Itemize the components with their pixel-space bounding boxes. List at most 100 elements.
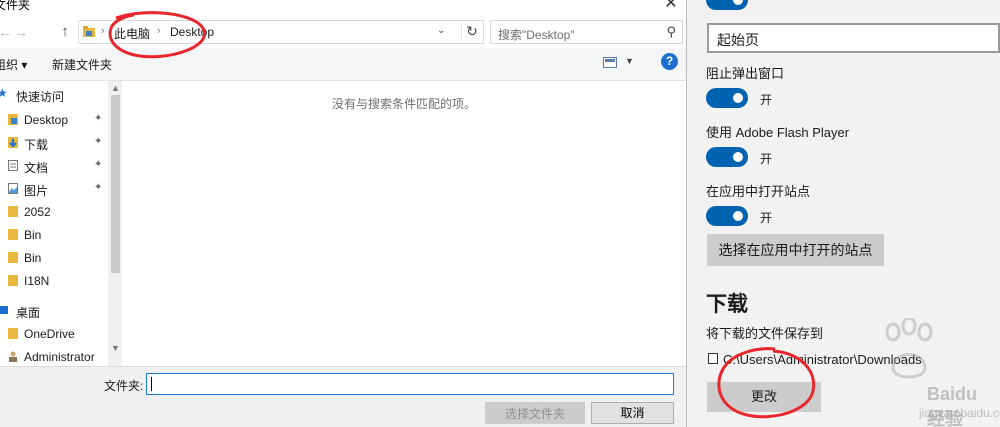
scroll-thumb[interactable] (111, 95, 120, 273)
nav-item-downloads[interactable]: 下载 ✦ (0, 132, 106, 154)
download-heading: 下载 (706, 293, 748, 316)
baidu-watermark: Baidu 经验 jingyan.baidu.com (819, 318, 1000, 427)
toggle-switch[interactable] (706, 0, 748, 10)
breadcrumb-this-pc[interactable]: 此电脑 (114, 25, 150, 42)
nav-item-label: 桌面 (16, 306, 41, 320)
folder-icon (83, 26, 95, 37)
forward-arrow-icon[interactable]: → (12, 22, 30, 42)
navigation-bar: ← → ↑ › 此电脑 › Desktop ⌄ ↻ 搜索"Desktop" ⚲ (0, 18, 686, 48)
cancel-button[interactable]: 取消 (591, 402, 674, 424)
close-button[interactable]: ✕ (660, 0, 682, 14)
watermark-brand: Baidu 经验 (927, 384, 978, 427)
open-in-app-toggle[interactable] (706, 206, 748, 226)
nav-item-pictures[interactable]: 图片 ✦ (0, 178, 106, 200)
toggle-knob (733, 211, 743, 221)
pin-icon[interactable]: ✦ (94, 113, 102, 124)
file-list-area[interactable]: 没有与搜索条件匹配的项。 (124, 81, 684, 367)
user-icon (9, 351, 17, 362)
folder-picker-dialog: 文件夹 ✕ ← → ↑ › 此电脑 › Desktop ⌄ ↻ 搜索"Deskt… (0, 0, 686, 427)
star-icon: ★ (0, 86, 8, 100)
block-popups-label: 阻止弹出窗口 (706, 66, 785, 81)
nav-item-label: I18N (24, 274, 50, 288)
nav-item-quick-access[interactable]: ★ 快速访问 (0, 84, 106, 106)
dialog-toolbar: 组织 ▾ 新建文件夹 ▼ ? (0, 48, 686, 81)
path-checkbox[interactable] (708, 353, 718, 364)
folder-icon (8, 114, 18, 125)
chevron-down-icon[interactable]: ⌄ (437, 25, 445, 36)
refresh-icon[interactable]: ↻ (461, 23, 482, 41)
document-icon (8, 160, 18, 171)
start-page-select[interactable]: 起始页 (707, 23, 1000, 53)
breadcrumb-separator[interactable]: › (157, 25, 161, 37)
nav-item-desktop-root[interactable]: 桌面 (0, 300, 106, 322)
nav-item-label: 图片 (24, 184, 49, 198)
address-bar[interactable]: › 此电脑 › Desktop ⌄ ↻ (78, 20, 484, 44)
toggle-knob (733, 93, 743, 103)
view-options-icon[interactable] (603, 57, 617, 68)
block-popups-state: 开 (760, 93, 773, 107)
dialog-titlebar: 文件夹 ✕ (0, 0, 686, 16)
folder-icon (8, 252, 18, 263)
nav-item-label: 文档 (24, 161, 49, 175)
up-arrow-icon[interactable]: ↑ (56, 22, 74, 42)
nav-item-label: Bin (24, 251, 42, 265)
chevron-down-icon[interactable]: ▼ (625, 56, 634, 66)
nav-item-label: Administrator (24, 350, 95, 364)
folder-icon (8, 328, 18, 339)
search-placeholder: 搜索"Desktop" (498, 28, 575, 42)
nav-item-label: 2052 (24, 205, 51, 219)
nav-item-bin[interactable]: Bin (0, 247, 106, 269)
dialog-bottom-panel: 文件夹: 选择文件夹 取消 (0, 366, 686, 427)
navigation-pane: ★ 快速访问 Desktop ✦ 下载 ✦ 文档 ✦ 图片 ✦ 2052 Bin… (0, 81, 122, 367)
download-icon (8, 137, 18, 148)
folder-input[interactable] (146, 373, 674, 395)
pin-icon[interactable]: ✦ (94, 182, 102, 193)
breadcrumb-separator: › (101, 25, 105, 37)
scroll-up-icon[interactable]: ▲ (111, 83, 120, 93)
nav-item-onedrive[interactable]: OneDrive (0, 323, 106, 345)
nav-item-desktop[interactable]: Desktop ✦ (0, 109, 106, 131)
desktop-icon (0, 306, 8, 314)
nav-scrollbar[interactable]: ▲ ▼ (108, 81, 122, 367)
nav-item-label: OneDrive (24, 327, 75, 341)
select-folder-button[interactable]: 选择文件夹 (485, 402, 585, 424)
block-popups-toggle[interactable] (706, 88, 748, 108)
nav-item-documents[interactable]: 文档 ✦ (0, 155, 106, 177)
save-to-label: 将下载的文件保存到 (706, 326, 824, 341)
watermark-url: jingyan.baidu.com (919, 406, 1000, 420)
change-button[interactable]: 更改 (707, 382, 821, 412)
folder-icon (8, 206, 18, 217)
scroll-down-icon[interactable]: ▼ (111, 343, 120, 353)
nav-item-i18n[interactable]: I18N (0, 270, 106, 292)
new-folder-button[interactable]: 新建文件夹 (52, 56, 112, 73)
picture-icon (8, 183, 18, 194)
empty-message: 没有与搜索条件匹配的项。 (331, 97, 476, 111)
toggle-knob (733, 0, 743, 5)
start-page-value: 起始页 (717, 32, 759, 48)
search-icon[interactable]: ⚲ (666, 24, 676, 40)
pin-icon[interactable]: ✦ (94, 136, 102, 147)
flash-toggle[interactable] (706, 147, 748, 167)
organize-button[interactable]: 组织 ▾ (0, 56, 27, 73)
nav-item-label: Bin (24, 228, 42, 242)
pin-icon[interactable]: ✦ (94, 159, 102, 170)
nav-item-label: 下载 (24, 138, 49, 152)
dialog-title: 文件夹 (0, 0, 31, 12)
search-input[interactable]: 搜索"Desktop" ⚲ (490, 20, 683, 44)
choose-sites-button[interactable]: 选择在应用中打开的站点 (707, 234, 884, 266)
folder-icon (8, 229, 18, 240)
toggle-knob (733, 152, 743, 162)
nav-item-label: Desktop (24, 113, 69, 127)
breadcrumb-desktop[interactable]: Desktop (170, 25, 214, 39)
text-caret (151, 377, 152, 391)
flash-label: 使用 Adobe Flash Player (706, 125, 850, 140)
nav-item-administrator[interactable]: Administrator (0, 346, 106, 367)
browser-settings-panel: 起始页 阻止弹出窗口 开 使用 Adobe Flash Player 开 在应用… (687, 0, 1000, 427)
nav-item-bin[interactable]: Bin (0, 224, 106, 246)
nav-item-2052[interactable]: 2052 (0, 201, 106, 223)
nav-item-label: 快速访问 (16, 90, 65, 104)
folder-label: 文件夹: (104, 379, 144, 393)
open-in-app-state: 开 (760, 211, 773, 225)
open-in-app-label: 在应用中打开站点 (706, 184, 811, 199)
help-icon[interactable]: ? (661, 53, 678, 70)
